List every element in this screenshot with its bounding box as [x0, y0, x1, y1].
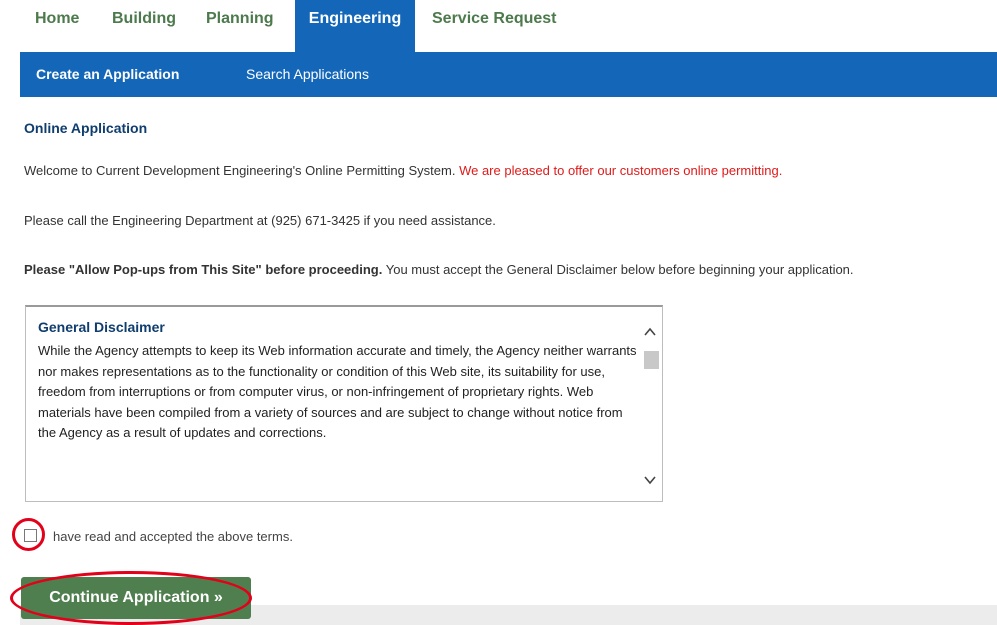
- popup-instructions: Please "Allow Pop-ups from This Site" be…: [24, 262, 854, 277]
- welcome-line: Welcome to Current Development Engineeri…: [24, 163, 456, 178]
- accept-terms-checkbox[interactable]: [24, 529, 37, 542]
- subnav-search-applications[interactable]: Search Applications: [246, 52, 369, 97]
- disclaimer-box[interactable]: General Disclaimer While the Agency atte…: [25, 305, 663, 502]
- tab-planning[interactable]: Planning: [206, 0, 274, 52]
- scroll-down-icon[interactable]: [643, 473, 657, 487]
- assistance-text: Please call the Engineering Department a…: [24, 213, 496, 228]
- disclaimer-body: While the Agency attempts to keep its We…: [38, 343, 637, 440]
- accept-terms-label: have read and accepted the above terms.: [53, 529, 293, 544]
- subnav-create-application[interactable]: Create an Application: [36, 52, 179, 97]
- tab-engineering[interactable]: Engineering: [295, 0, 415, 52]
- tab-building[interactable]: Building: [112, 0, 176, 52]
- page-title: Online Application: [24, 120, 148, 136]
- tab-home[interactable]: Home: [35, 0, 79, 52]
- continue-application-button[interactable]: Continue Application »: [21, 577, 251, 619]
- scroll-up-icon[interactable]: [643, 325, 657, 339]
- top-navigation: Home Building Planning Engineering Servi…: [0, 0, 997, 52]
- scrollbar-thumb[interactable]: [644, 351, 659, 369]
- popup-instruction-rest: You must accept the General Disclaimer b…: [385, 262, 854, 277]
- sub-navigation: Create an Application Search Application…: [20, 52, 997, 97]
- welcome-text: Welcome to Current Development Engineeri…: [24, 163, 782, 178]
- disclaimer-title: General Disclaimer: [38, 319, 165, 335]
- popup-warning: Please "Allow Pop-ups from This Site" be…: [24, 262, 383, 277]
- welcome-highlight: We are pleased to offer our customers on…: [459, 163, 783, 178]
- tab-service-request[interactable]: Service Request: [432, 0, 557, 52]
